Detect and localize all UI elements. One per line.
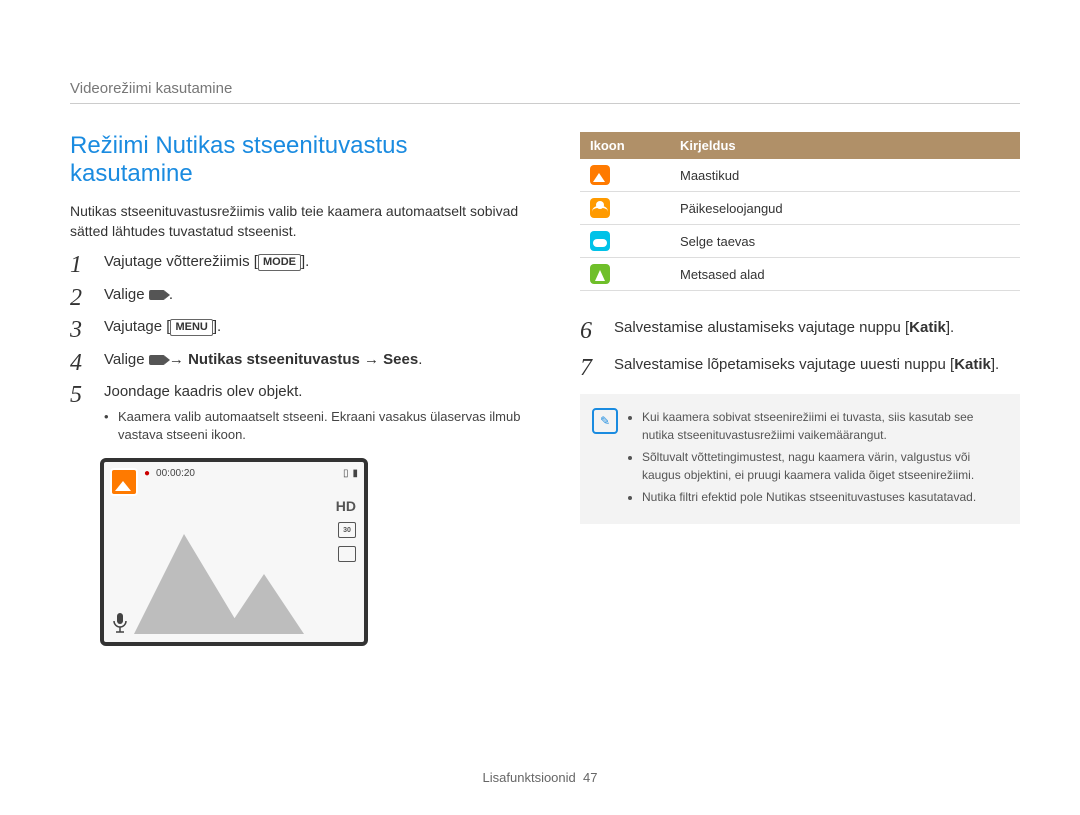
intro-text: Nutikas stseenituvastusrežiimis valib te… — [70, 202, 530, 241]
table-cell-desc: Metsased alad — [670, 258, 1020, 291]
step-2: Valige . — [70, 284, 530, 307]
step-number: 7 — [580, 350, 592, 386]
breadcrumb: Videorežiimi kasutamine — [70, 80, 1020, 104]
framing-icon — [338, 546, 356, 562]
step-sub-bullet: Kaamera valib automaatselt stseeni. Ekra… — [104, 408, 530, 444]
table-cell-desc: Maastikud — [670, 159, 1020, 192]
microphone-icon — [112, 612, 128, 634]
table-row: Päikeseloojangud — [580, 192, 1020, 225]
clear-sky-icon — [590, 231, 610, 251]
step-number: 6 — [580, 313, 592, 349]
step-text-suffix: ]. — [213, 318, 221, 335]
step-text-suffix: ]. — [946, 319, 954, 336]
page-footer: Lisafunktsioonid 47 — [0, 770, 1080, 785]
footer-page-number: 47 — [583, 770, 597, 785]
scene-icon — [110, 468, 138, 496]
rec-time: 00:00:20 — [156, 468, 195, 479]
step-text-suffix: . — [418, 351, 422, 368]
table-header-icon: Ikoon — [580, 132, 670, 159]
step-bold: Katik — [909, 319, 946, 336]
steps-list-left: Vajutage võtterežiimis [MODE]. Valige . … — [70, 251, 530, 444]
landscape-icon — [590, 165, 610, 185]
video-icon — [149, 355, 165, 365]
step-text: Valige — [104, 351, 149, 368]
battery-icon: ▯ — [343, 468, 349, 496]
step-text: Joondage kaadris olev objekt. — [104, 383, 302, 400]
step-3: Vajutage [MENU]. — [70, 316, 530, 339]
note-item: Kui kaamera sobivat stseenirežiimi ei tu… — [642, 408, 1006, 444]
footer-section: Lisafunktsioonid — [483, 770, 576, 785]
battery-icon: ▮ — [352, 468, 358, 496]
step-text: Salvestamise lõpetamiseks vajutage uuest… — [614, 356, 954, 373]
steps-list-right: 6 Salvestamise alustamiseks vajutage nup… — [580, 317, 1020, 376]
step-bold: → Nutikas stseenituvastus → Sees — [165, 351, 418, 368]
step-4: Valige → Nutikas stseenituvastus → Sees. — [70, 349, 530, 372]
step-1: Vajutage võtterežiimis [MODE]. — [70, 251, 530, 274]
step-7: 7 Salvestamise lõpetamiseks vajutage uue… — [580, 354, 1020, 377]
quality-icon: 30 — [338, 522, 356, 538]
table-header-desc: Kirjeldus — [670, 132, 1020, 159]
section-title: Režiimi Nutikas stseenituvastus kasutami… — [70, 132, 530, 188]
step-bold: Katik — [954, 356, 991, 373]
hd-badge: HD — [336, 498, 356, 514]
table-row: Selge taevas — [580, 225, 1020, 258]
table-row: Metsased alad — [580, 258, 1020, 291]
step-text: Valige — [104, 286, 149, 303]
mountains-illustration — [134, 514, 334, 634]
step-text: Vajutage võtterežiimis [ — [104, 253, 258, 270]
step-text-suffix: ]. — [991, 356, 999, 373]
mode-badge: MODE — [258, 254, 301, 271]
step-text-suffix: ]. — [301, 253, 309, 270]
step-text: Salvestamise alustamiseks vajutage nuppu… — [614, 319, 909, 336]
camera-preview: ● 00:00:20 ▯ ▮ HD 30 — [100, 458, 368, 646]
sunset-icon — [590, 198, 610, 218]
forest-icon — [590, 264, 610, 284]
table-cell-desc: Päikeseloojangud — [670, 192, 1020, 225]
table-row: Maastikud — [580, 159, 1020, 192]
note-item: Sõltuvalt võttetingimustest, nagu kaamer… — [642, 448, 1006, 484]
rec-dot-icon: ● — [144, 468, 150, 479]
step-6: 6 Salvestamise alustamiseks vajutage nup… — [580, 317, 1020, 340]
video-icon — [149, 290, 165, 300]
icon-description-table: Ikoon Kirjeldus Maastikud Päikeseloojang… — [580, 132, 1020, 291]
table-cell-desc: Selge taevas — [670, 225, 1020, 258]
step-text: Vajutage [ — [104, 318, 170, 335]
note-info-icon: ✎ — [592, 408, 618, 434]
menu-badge: MENU — [170, 319, 212, 336]
note-box: ✎ Kui kaamera sobivat stseenirežiimi ei … — [580, 394, 1020, 524]
step-5: Joondage kaadris olev objekt. Kaamera va… — [70, 381, 530, 444]
note-item: Nutika filtri efektid pole Nutikas stsee… — [642, 488, 1006, 506]
